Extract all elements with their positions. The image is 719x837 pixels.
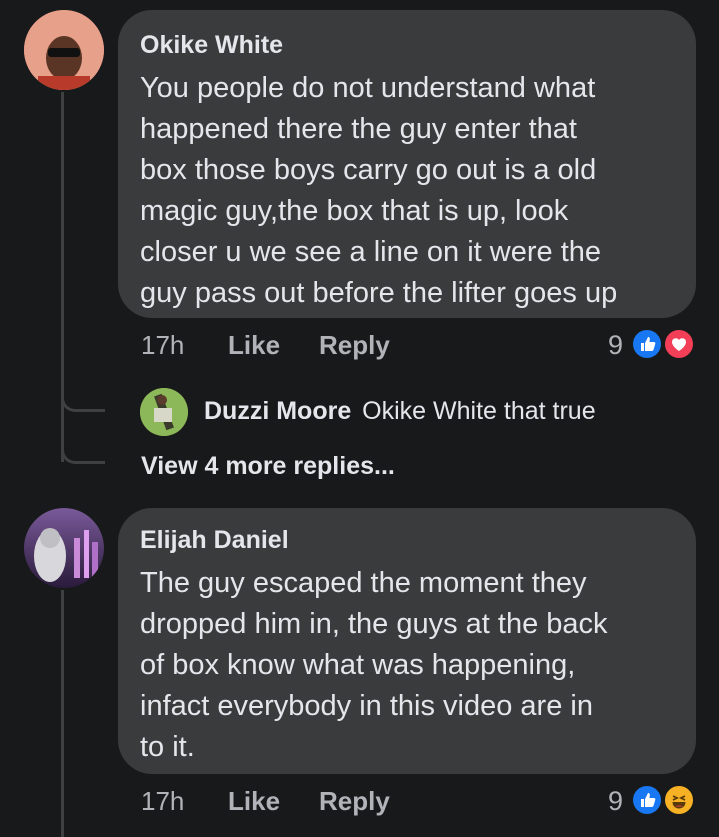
reaction-count[interactable]: 9	[608, 330, 623, 361]
comment-timestamp[interactable]: 17h	[141, 786, 184, 817]
comment-text: You people do not understand what happen…	[140, 72, 618, 309]
reply-preview[interactable]: Duzzi Moore Okike White that true	[204, 397, 596, 426]
love-reaction-icon[interactable]	[662, 327, 696, 361]
comment-bubble[interactable]: Elijah Daniel The guy escaped the moment…	[118, 508, 696, 774]
avatar-image	[24, 508, 104, 588]
like-button[interactable]: Like	[228, 786, 280, 817]
comment-actions: 17h Like Reply	[141, 786, 441, 818]
reply-author[interactable]: Duzzi Moore	[204, 397, 351, 425]
comment-bubble[interactable]: Okike White You people do not understand…	[118, 10, 696, 318]
comment-author[interactable]: Elijah Daniel	[140, 525, 672, 555]
thread-branch-line-2	[61, 442, 105, 464]
view-more-replies-link[interactable]: View 4 more replies...	[141, 452, 395, 481]
avatar-image	[140, 388, 188, 436]
reaction-count[interactable]: 9	[608, 786, 623, 817]
reply-button[interactable]: Reply	[319, 786, 390, 817]
avatar[interactable]	[140, 388, 188, 436]
avatar-image	[24, 10, 104, 90]
reply-text: Okike White that true	[362, 397, 596, 425]
comment-author[interactable]: Okike White	[140, 30, 672, 60]
comment-timestamp[interactable]: 17h	[141, 330, 184, 361]
comment-actions: 17h Like Reply	[141, 330, 441, 362]
thread-branch-line-1	[61, 390, 105, 412]
reply-button[interactable]: Reply	[319, 330, 390, 361]
thread-line-second	[61, 590, 64, 837]
avatar[interactable]	[24, 508, 104, 588]
like-reaction-icon[interactable]	[630, 783, 664, 817]
like-reaction-icon[interactable]	[630, 327, 664, 361]
haha-reaction-icon[interactable]	[662, 783, 696, 817]
avatar[interactable]	[24, 10, 104, 90]
like-button[interactable]: Like	[228, 330, 280, 361]
comment-text: The guy escaped the moment they dropped …	[140, 567, 608, 763]
